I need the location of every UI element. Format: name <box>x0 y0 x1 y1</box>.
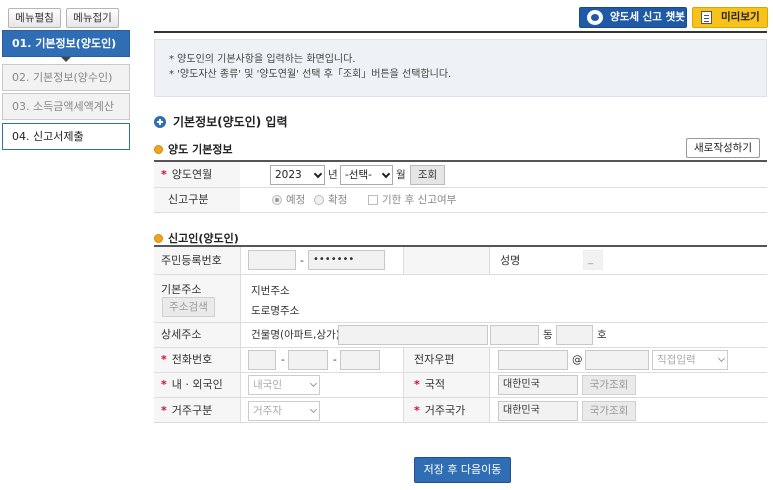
notice-box: * 양도인의 기본사항을 입력하는 화면입니다. * '양도자산 종류' 및 '… <box>154 39 767 97</box>
address-search-button[interactable]: 주소검색 <box>162 297 215 317</box>
transfer-info-title: 양도 기본정보 <box>154 141 233 157</box>
rrn-back-input[interactable]: ••••••• <box>308 250 385 270</box>
menu-expand-button[interactable]: 메뉴펼침 <box>8 8 61 28</box>
radio-planned[interactable] <box>272 195 282 205</box>
chevron-down-icon <box>717 354 726 363</box>
step-basic-info-transferor[interactable]: 01. 기본정보(양도인) <box>2 30 130 57</box>
building-name-input[interactable] <box>338 325 488 345</box>
preview-button[interactable]: 미리보기 <box>692 7 768 28</box>
notice-line-1: * 양도인의 기본사항을 입력하는 화면입니다. <box>169 54 356 65</box>
notice-line-2: * '양도자산 종류' 및 '양도연월' 선택 후「조회」버튼을 선택합니다. <box>169 68 452 80</box>
residence-label: * 거주구분 <box>161 404 213 417</box>
rrn-front-input[interactable] <box>248 250 296 270</box>
residence-country-label: * 거주국가 <box>414 404 466 417</box>
step-basic-info-transferee[interactable]: 02. 기본정보(양수인) <box>2 64 130 91</box>
menu-collapse-button[interactable]: 메뉴접기 <box>66 8 119 28</box>
step-submit-return[interactable]: 04. 신고서제출 <box>2 123 130 150</box>
ho-input[interactable] <box>556 325 593 345</box>
chatbot-button[interactable]: 양도세 신고 챗봇 <box>579 7 687 28</box>
name-value: _ <box>583 250 603 270</box>
phone-part-1-input[interactable] <box>248 350 276 370</box>
month-select[interactable]: -선택- <box>340 165 393 185</box>
report-type-label: 신고구분 <box>168 193 209 206</box>
chevron-down-icon <box>309 379 318 388</box>
reporter-title: 신고인(양도인) <box>154 230 239 246</box>
header-divider <box>154 31 767 33</box>
late-report-checkbox[interactable] <box>368 195 378 205</box>
table-top-border <box>154 160 767 162</box>
section-title: 기본정보(양도인) 입력 <box>154 113 288 130</box>
chatbot-label: 양도세 신고 챗봇 <box>610 11 685 23</box>
country-label: * 국적 <box>414 378 446 391</box>
email-label: 전자우편 <box>414 353 455 366</box>
phone-label: * 전화번호 <box>161 353 213 366</box>
email-domain-input[interactable] <box>585 350 649 370</box>
residence-country-input[interactable]: 대한민국 <box>498 401 578 421</box>
residence-country-lookup-button[interactable]: 국가조회 <box>582 401 636 421</box>
save-next-button[interactable]: 저장 후 다음이동 <box>414 457 511 483</box>
step-pointer-icon <box>61 57 71 62</box>
road-address: 도로명주소 <box>251 305 300 317</box>
document-icon <box>701 11 712 24</box>
phone-part-2-input[interactable] <box>288 350 328 370</box>
step-income-tax-calc[interactable]: 03. 소득금액세액계산 <box>2 93 130 120</box>
transfer-period-label: * 양도연월 <box>161 168 213 181</box>
year-select[interactable]: 2023 <box>270 165 325 185</box>
chevron-down-icon <box>381 169 391 179</box>
country-input[interactable]: 대한민국 <box>498 375 578 395</box>
email-user-input[interactable] <box>498 350 568 370</box>
bullet-icon <box>154 233 163 243</box>
bullet-icon <box>154 144 163 154</box>
nationality-label: * 내 · 외국인 <box>161 378 223 391</box>
phone-part-3-input[interactable] <box>340 350 380 370</box>
lot-address: 지번주소 <box>251 285 290 297</box>
radio-final[interactable] <box>314 195 324 205</box>
chevron-down-icon <box>309 405 318 414</box>
dong-input[interactable] <box>490 325 539 345</box>
rrn-label: 주민등록번호 <box>161 254 222 267</box>
name-label: 성명 <box>500 254 521 267</box>
renew-button[interactable]: 새로작성하기 <box>686 138 760 158</box>
address-label: 기본주소 <box>161 283 202 296</box>
email-domain-select[interactable]: 직접입력 <box>652 350 728 370</box>
residence-select[interactable]: 거주자 <box>248 401 320 421</box>
chevron-down-icon <box>313 169 323 179</box>
detail-address-label: 상세주소 <box>161 328 202 341</box>
country-lookup-button[interactable]: 국가조회 <box>582 375 636 395</box>
nationality-select[interactable]: 내국인 <box>248 375 320 395</box>
chatbot-logo-icon <box>587 10 603 25</box>
preview-label: 미리보기 <box>721 11 760 23</box>
plus-circle-icon <box>154 115 166 128</box>
search-button[interactable]: 조회 <box>410 165 445 185</box>
